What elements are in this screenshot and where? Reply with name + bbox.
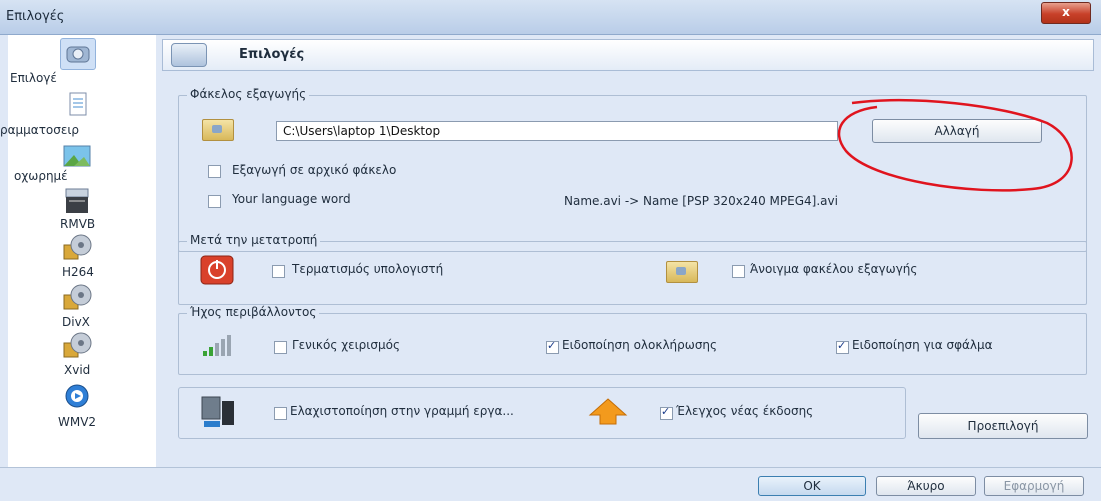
main-panel: Επιλογές Φάκελος εξαγωγής C:\Users\lapto… bbox=[156, 35, 1101, 467]
sidebar-item-label: WMV2 bbox=[58, 415, 97, 429]
film-reel-icon bbox=[60, 233, 94, 263]
power-icon bbox=[200, 255, 234, 285]
upgrade-arrow-icon bbox=[588, 398, 628, 425]
options-camera-icon bbox=[171, 43, 207, 67]
sidebar-item-rmvb[interactable]: RMVB bbox=[8, 187, 156, 233]
sidebar-item-image[interactable]: οχωρημέ bbox=[8, 139, 156, 191]
sidebar-item-divx[interactable]: DivX bbox=[8, 283, 156, 331]
sidebar-item-h264[interactable]: H264 bbox=[8, 233, 156, 281]
sidebar-item-label: Επιλογέ bbox=[10, 71, 57, 85]
film-reel-icon bbox=[60, 283, 94, 313]
sidebar-item-label: RMVB bbox=[60, 217, 96, 231]
apply-button[interactable]: Εφαρμογή bbox=[984, 476, 1084, 496]
minimize-to-taskbar-checkbox[interactable] bbox=[274, 407, 287, 420]
sidebar-item-fonts[interactable]: ραμματοσειρ bbox=[0, 87, 156, 139]
group-title: Μετά την μετατροπή bbox=[187, 233, 321, 247]
shutdown-checkbox[interactable] bbox=[272, 265, 285, 278]
close-button[interactable]: x bbox=[1041, 2, 1091, 24]
sidebar-item-label: ραμματοσειρ bbox=[0, 123, 80, 137]
open-export-folder-label: Άνοιγμα φακέλου εξαγωγής bbox=[750, 262, 918, 276]
open-folder-icon bbox=[666, 261, 698, 283]
open-export-folder-checkbox[interactable] bbox=[732, 265, 745, 278]
check-updates-label: Έλεγχος νέας έκδοσης bbox=[676, 404, 814, 418]
default-button[interactable]: Προεπιλογή bbox=[918, 413, 1088, 439]
filename-example: Name.avi -> Name [PSP 320x240 MPEG4].avi bbox=[564, 194, 838, 208]
rmvb-clapboard-icon bbox=[60, 187, 94, 217]
options-camera-icon bbox=[60, 38, 96, 70]
film-reel-icon bbox=[60, 331, 94, 361]
completion-notify-checkbox[interactable] bbox=[546, 339, 559, 354]
language-word-label: Your language word bbox=[232, 192, 351, 206]
window-title: Επιλογές bbox=[6, 9, 65, 24]
completion-notify-label: Ειδοποίηση ολοκλήρωσης bbox=[562, 338, 718, 352]
minimize-to-taskbar-label: Ελαχιστοποίηση στην γραμμή εργα... bbox=[290, 404, 514, 418]
sidebar: Επιλογέ ραμματοσειρ οχωρημέ RMVB H264 Di… bbox=[0, 35, 157, 467]
general-sound-checkbox[interactable] bbox=[274, 341, 287, 354]
general-sound-label: Γενικός χειρισμός bbox=[292, 338, 400, 352]
font-document-icon bbox=[60, 90, 94, 120]
shutdown-label: Τερματισμός υπολογιστή bbox=[292, 262, 444, 276]
sidebar-item-label: DivX bbox=[62, 315, 90, 329]
check-updates-checkbox[interactable] bbox=[660, 405, 673, 420]
dialog-footer: OK Άκυρο Εφαρμογή bbox=[0, 467, 1101, 501]
export-path-input[interactable]: C:\Users\laptop 1\Desktop bbox=[276, 121, 838, 141]
computer-icon bbox=[201, 396, 234, 427]
media-player-icon bbox=[60, 383, 94, 413]
sidebar-item-label: Xvid bbox=[64, 363, 91, 377]
sidebar-item-xvid[interactable]: Xvid bbox=[8, 331, 156, 379]
group-title: Ήχος περιβάλλοντος bbox=[187, 305, 320, 319]
sidebar-item-label: οχωρημέ bbox=[14, 169, 68, 183]
page-title: Επιλογές bbox=[239, 47, 305, 62]
volume-bars-icon bbox=[203, 335, 231, 356]
title-bar: Επιλογές x bbox=[0, 0, 1101, 35]
sidebar-item-options[interactable]: Επιλογέ bbox=[8, 35, 156, 87]
group-title: Φάκελος εξαγωγής bbox=[187, 87, 310, 101]
export-to-original-checkbox[interactable] bbox=[208, 165, 221, 178]
error-notify-checkbox[interactable] bbox=[836, 339, 849, 354]
cancel-button[interactable]: Άκυρο bbox=[876, 476, 976, 496]
page-header: Επιλογές bbox=[162, 39, 1094, 71]
error-notify-label: Ειδοποίηση για σφάλμα bbox=[852, 338, 993, 352]
sidebar-item-wmv2[interactable]: WMV2 bbox=[8, 383, 156, 431]
ok-button[interactable]: OK bbox=[758, 476, 866, 496]
folder-icon bbox=[202, 119, 234, 141]
language-word-checkbox[interactable] bbox=[208, 195, 221, 208]
red-annotation-circle bbox=[837, 99, 1073, 192]
sidebar-item-label: H264 bbox=[62, 265, 94, 279]
export-to-original-label: Εξαγωγή σε αρχικό φάκελο bbox=[232, 163, 397, 177]
image-icon bbox=[60, 142, 94, 172]
